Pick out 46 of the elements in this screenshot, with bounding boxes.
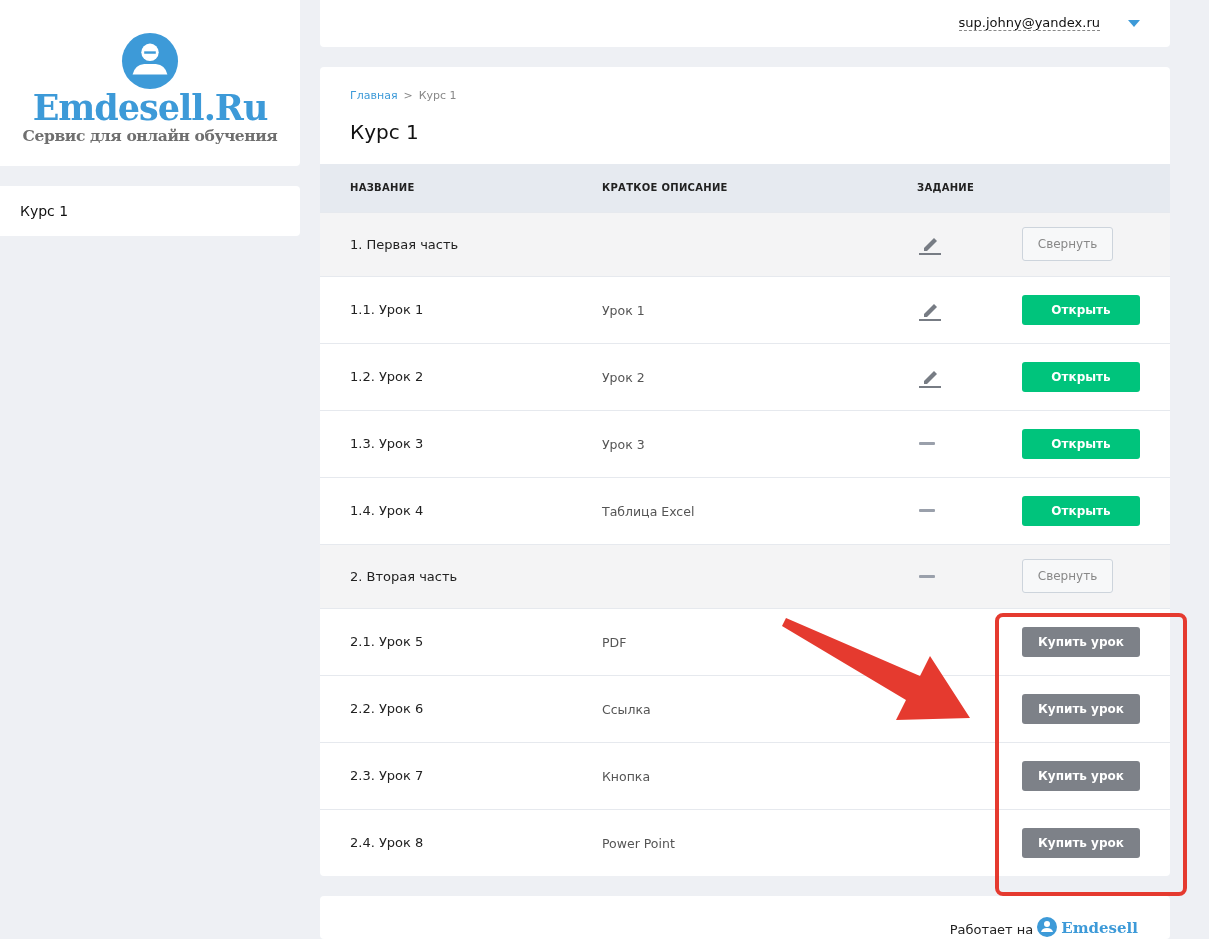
buy-lesson-button[interactable]: Купить урок bbox=[1022, 693, 1140, 724]
column-header: НАЗВАНИЕ bbox=[350, 182, 416, 194]
column-header: КРАТКОЕ ОПИСАНИЕ bbox=[602, 182, 729, 194]
lesson-description: Power Point bbox=[602, 836, 675, 852]
lesson-name: 2.4. Урок 8 bbox=[350, 835, 425, 851]
breadcrumb-item: Курс 1 bbox=[418, 88, 457, 102]
lesson-name: 2.1. Урок 5 bbox=[350, 634, 425, 650]
lesson-name: 1.3. Урок 3 bbox=[350, 436, 425, 452]
lesson-description: PDF bbox=[602, 635, 627, 651]
section-title: 2. Вторая часть bbox=[350, 568, 459, 584]
open-button[interactable]: Открыть bbox=[1022, 428, 1140, 459]
dash-icon bbox=[919, 442, 935, 446]
lesson-description: Таблица Excel bbox=[602, 504, 695, 520]
dash-icon bbox=[919, 509, 935, 513]
lesson-description: Урок 1 bbox=[602, 303, 645, 319]
lesson-description: Урок 2 bbox=[602, 370, 645, 386]
section-title: 1. Первая часть bbox=[350, 236, 460, 252]
column-header: ЗАДАНИЕ bbox=[917, 182, 976, 194]
open-button[interactable]: Открыть bbox=[1022, 294, 1140, 325]
logo-icon bbox=[121, 31, 179, 90]
open-button[interactable]: Открыть bbox=[1022, 495, 1140, 526]
lesson-name: 1.1. Урок 1 bbox=[350, 302, 425, 318]
lesson-name: 1.4. Урок 4 bbox=[350, 503, 425, 519]
breadcrumb-item: > bbox=[403, 88, 413, 102]
page-title: Курс 1 bbox=[349, 118, 420, 146]
collapse-button[interactable]: Свернуть bbox=[1022, 227, 1113, 262]
breadcrumb-link[interactable]: Главная bbox=[350, 88, 398, 102]
lesson-name: 2.3. Урок 7 bbox=[350, 768, 425, 784]
sidebar-item[interactable]: Курс 1 bbox=[0, 186, 300, 236]
footer-brand: Emdesell bbox=[1061, 919, 1138, 937]
lesson-description: Кнопка bbox=[602, 769, 651, 785]
collapse-button[interactable]: Свернуть bbox=[1022, 559, 1113, 594]
lesson-description: Ссылка bbox=[602, 702, 651, 718]
logo-name: Emdesell.Ru bbox=[32, 89, 268, 126]
buy-lesson-button[interactable]: Купить урок bbox=[1022, 626, 1140, 657]
dash-icon bbox=[919, 574, 935, 578]
caret-icon[interactable] bbox=[1128, 19, 1140, 27]
buy-lesson-button[interactable]: Купить урок bbox=[1022, 760, 1140, 791]
lesson-name: 2.2. Урок 6 bbox=[350, 701, 425, 717]
lesson-description: Урок 3 bbox=[602, 437, 645, 453]
buy-lesson-button[interactable]: Купить урок bbox=[1022, 827, 1140, 858]
logo-tagline: Сервис для онлайн обучения bbox=[22, 125, 278, 145]
user-email[interactable]: sup.johny@yandex.ru bbox=[958, 15, 1100, 32]
open-button[interactable]: Открыть bbox=[1022, 361, 1140, 392]
lesson-name: 1.2. Урок 2 bbox=[350, 369, 425, 385]
footer-text: Работает на bbox=[949, 922, 1034, 937]
